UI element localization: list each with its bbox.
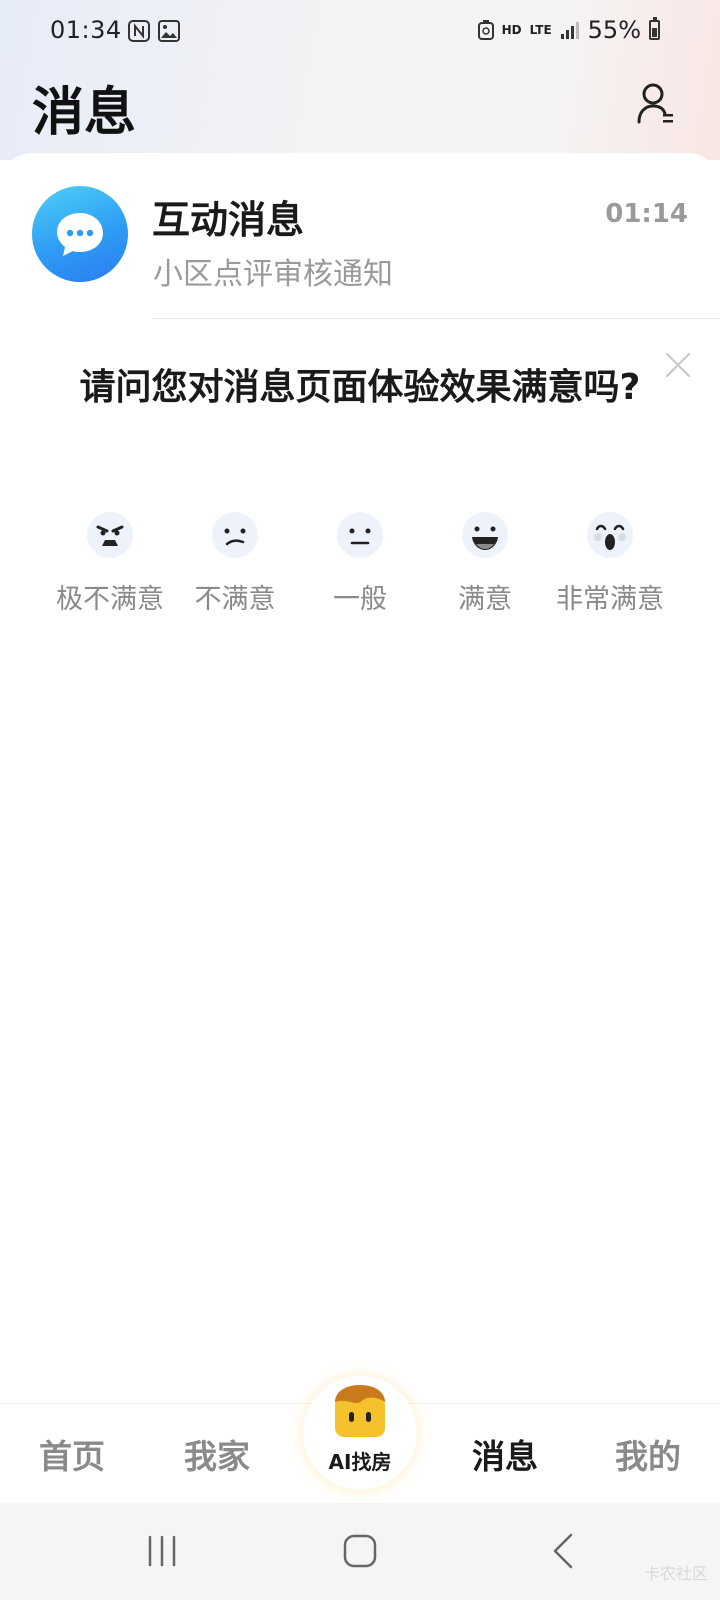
gallery-icon: [158, 20, 180, 42]
survey-question: 请问您对消息页面体验效果满意吗?: [79, 367, 641, 408]
tab-my-home[interactable]: 我家: [162, 1430, 272, 1478]
lte-indicator: LTE: [529, 23, 552, 37]
battery-percent: 55%: [587, 16, 641, 44]
tab-mine[interactable]: 我的: [593, 1430, 703, 1478]
message-subtitle: 小区点评审核通知: [153, 257, 393, 292]
survey-option-very-satisfied[interactable]: 非常满意: [540, 511, 680, 631]
message-title: 互动消息: [152, 198, 305, 242]
system-nav-bar: [0, 1503, 720, 1600]
survey-option-label: 满意: [458, 584, 512, 615]
status-bar: 01:34 HD LTE 55%: [0, 0, 720, 64]
battery-icon: [649, 17, 660, 40]
message-item-interaction[interactable]: 互动消息 小区点评审核通知 01:14: [0, 153, 720, 319]
tab-home[interactable]: 首页: [17, 1430, 127, 1478]
back-icon[interactable]: [545, 1531, 585, 1571]
battery-fill: [652, 28, 657, 37]
nfc-icon: [128, 20, 150, 42]
divider: [152, 318, 720, 319]
survey-option-label: 不满意: [194, 584, 276, 615]
satisfaction-survey: 请问您对消息页面体验效果满意吗? 极不满意 不满意 一般 满意 非常满意: [0, 343, 720, 643]
survey-option-unsatisfied[interactable]: 不满意: [165, 511, 305, 631]
status-time: 01:34: [50, 16, 122, 44]
signal-icon: [560, 22, 579, 39]
angry-face-icon: [87, 512, 133, 558]
survey-option-label: 一般: [333, 584, 387, 615]
chat-bubble-icon: [32, 186, 128, 282]
hd-indicator: HD: [501, 23, 522, 37]
amazed-face-icon: [587, 512, 633, 558]
smile-face-icon: [462, 512, 508, 558]
page-title: 消息: [32, 83, 137, 143]
survey-option-label: 非常满意: [556, 584, 664, 615]
watermark: 卡农社区: [643, 1564, 708, 1583]
close-icon[interactable]: [664, 351, 692, 379]
ai-tab-label: AI找房: [328, 1450, 392, 1474]
survey-option-neutral[interactable]: 一般: [290, 511, 430, 631]
contact-list-icon[interactable]: [636, 82, 676, 126]
ai-mascot-icon: [335, 1385, 385, 1437]
survey-options: 极不满意 不满意 一般 满意 非常满意: [0, 511, 720, 631]
tab-ai-house-search[interactable]: AI找房: [303, 1376, 417, 1490]
unhappy-face-icon: [212, 512, 258, 558]
message-time: 01:14: [605, 199, 688, 229]
tab-messages[interactable]: 消息: [450, 1430, 560, 1478]
recent-apps-icon[interactable]: [142, 1531, 182, 1571]
home-icon[interactable]: [340, 1531, 380, 1571]
message-card: 互动消息 小区点评审核通知 01:14 请问您对消息页面体验效果满意吗? 极不满…: [0, 153, 720, 668]
survey-option-satisfied[interactable]: 满意: [415, 511, 555, 631]
survey-option-label: 极不满意: [56, 584, 164, 615]
recycle-icon: [477, 20, 494, 40]
survey-option-very-unsatisfied[interactable]: 极不满意: [40, 511, 180, 631]
neutral-face-icon: [337, 512, 383, 558]
